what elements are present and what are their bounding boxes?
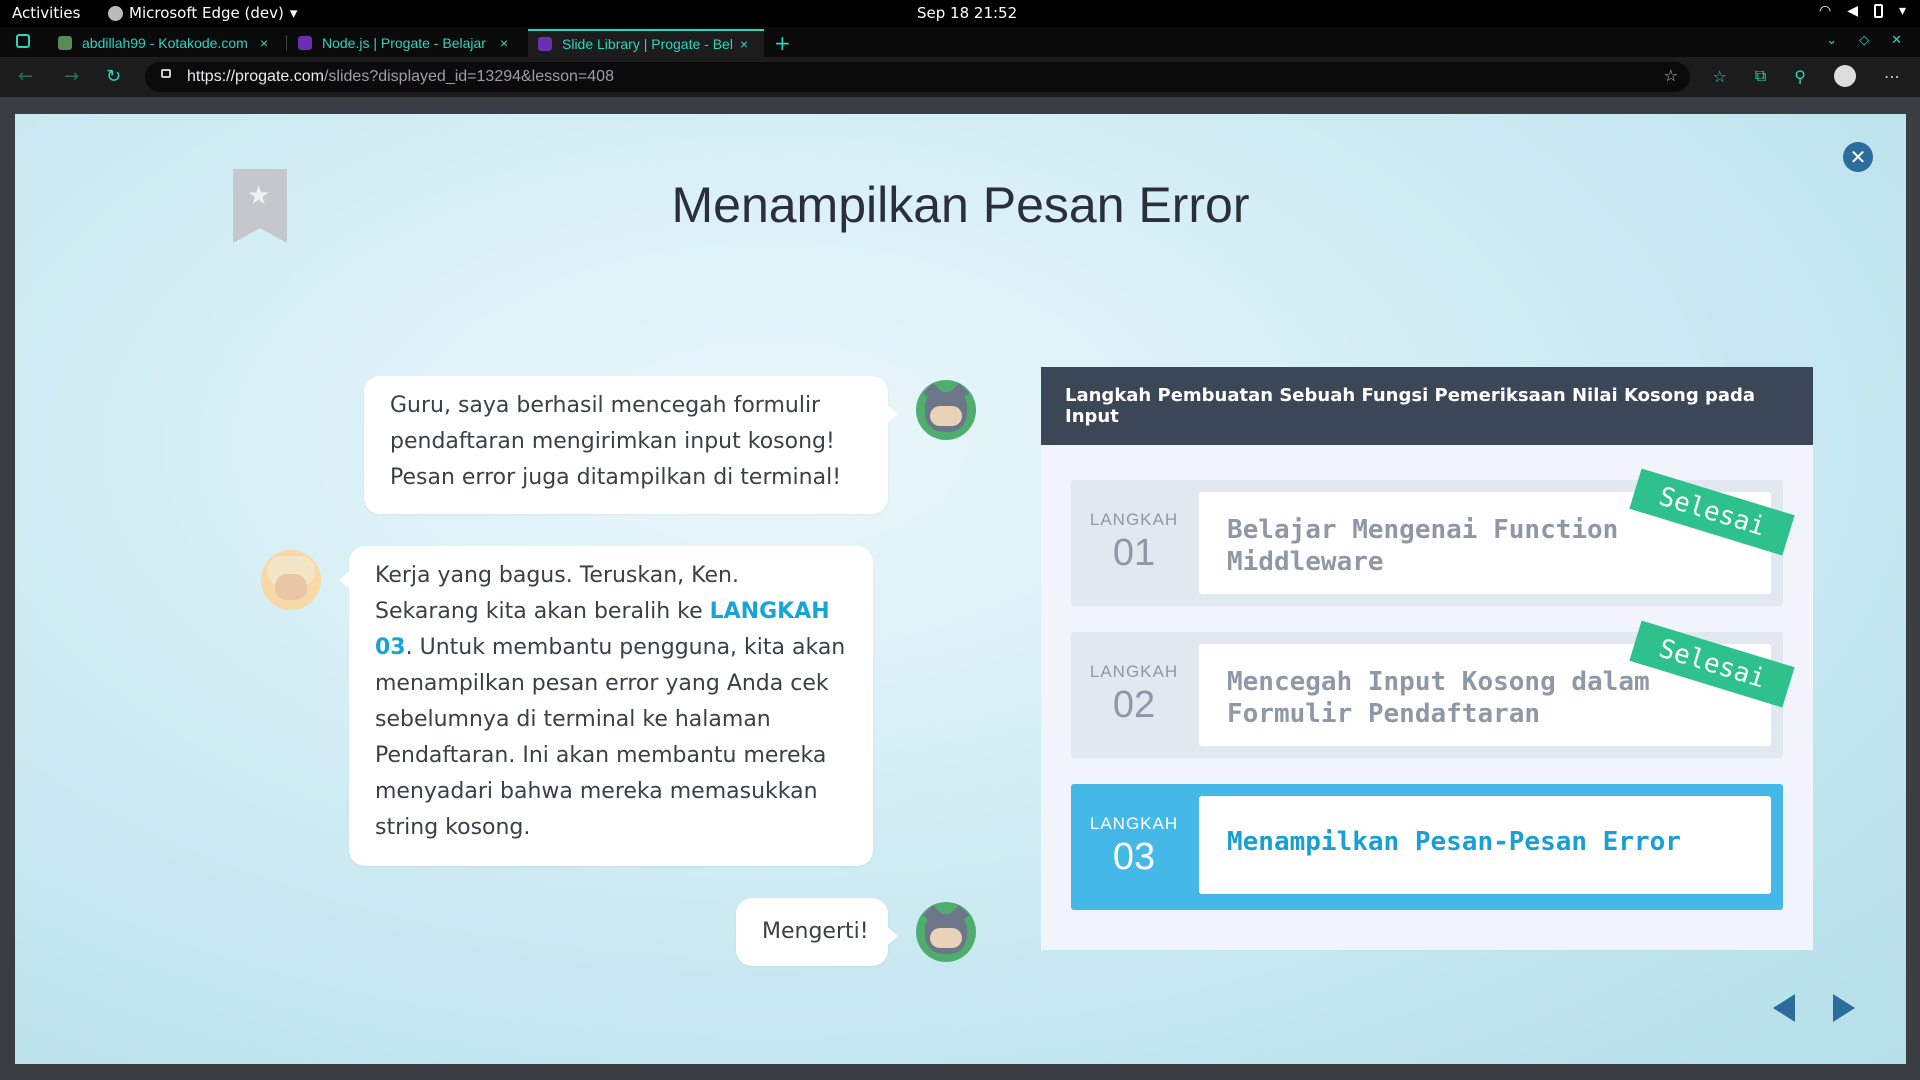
- tab-separator: [286, 35, 287, 51]
- extensions-icon[interactable]: ⚲: [1794, 67, 1806, 86]
- minimize-icon[interactable]: ◇: [1859, 33, 1869, 48]
- step-number: 02: [1112, 684, 1156, 726]
- more-menu-icon[interactable]: ⋯: [1884, 67, 1900, 86]
- previous-slide-icon[interactable]: [1773, 994, 1795, 1022]
- url-text[interactable]: https://progate.com/slides?displayed_id=…: [187, 68, 614, 86]
- step-number: 01: [1112, 532, 1156, 574]
- progate-favicon-icon: [538, 37, 552, 51]
- url-path: /slides?displayed_id=13294&lesson=408: [323, 68, 614, 85]
- tab-kotakode[interactable]: abdillah99 - Kotakode.com ×: [48, 29, 280, 57]
- system-tray[interactable]: ◠ ◀ ▾: [1819, 3, 1906, 19]
- tab-close-icon[interactable]: ×: [740, 36, 748, 52]
- tab-actions-icon[interactable]: [16, 34, 30, 48]
- battery-icon: [1873, 4, 1883, 18]
- step-label: LANGKAH 01: [1071, 480, 1197, 575]
- chat-bubble-guru: Kerja yang bagus. Teruskan, Ken. Sekaran…: [339, 546, 873, 866]
- ken-avatar: [916, 902, 976, 962]
- add-favorite-icon[interactable]: ☆: [1664, 66, 1678, 85]
- tab-strip-controls: ⌄ ◇ ✕: [1826, 33, 1902, 48]
- step-label: LANGKAH 02: [1071, 632, 1197, 727]
- address-bar[interactable]: https://progate.com/slides?displayed_id=…: [145, 62, 1690, 92]
- step-word: LANGKAH: [1089, 814, 1179, 833]
- forward-icon[interactable]: →: [64, 66, 79, 87]
- back-icon[interactable]: ←: [18, 66, 33, 87]
- tab-title: abdillah99 - Kotakode.com: [82, 35, 248, 51]
- tab-title: Node.js | Progate - Belajar: [322, 35, 486, 51]
- ken-avatar: [916, 380, 976, 440]
- url-host: https://progate.com: [187, 68, 324, 85]
- steps-panel: LANGKAH 01 Belajar Mengenai Function Mid…: [1041, 445, 1813, 950]
- message-text: Mengerti!: [762, 919, 869, 944]
- profile-avatar[interactable]: [1834, 65, 1856, 87]
- wifi-icon: ◠: [1818, 3, 1832, 19]
- steps-panel-heading: Langkah Pembuatan Sebuah Fungsi Pemeriks…: [1041, 367, 1813, 445]
- slide-modal: ★ Menampilkan Pesan Error ✕ Guru, saya b…: [15, 114, 1906, 1064]
- tab-close-icon[interactable]: ×: [260, 35, 268, 51]
- app-menu[interactable]: Microsoft Edge (dev) ▾: [108, 4, 297, 22]
- kotakode-favicon-icon: [58, 36, 72, 50]
- step-card: Menampilkan Pesan-Pesan Error: [1199, 796, 1771, 894]
- tab-close-icon[interactable]: ×: [500, 35, 508, 51]
- chat-bubble-ken-reply: Mengerti!: [736, 898, 898, 966]
- toolbar-icons: ☆ ⧉ ⚲ ⋯: [1713, 65, 1900, 87]
- message-text: . Untuk membantu pengguna, kita akan men…: [375, 635, 846, 840]
- slide-title: Menampilkan Pesan Error: [671, 177, 1250, 233]
- volume-icon: ◀: [1847, 3, 1858, 19]
- navigation-bar: ← → ↻ https://progate.com/slides?display…: [0, 57, 1920, 97]
- chat-bubble-ken: Guru, saya berhasil mencegah formulir pe…: [364, 376, 898, 514]
- tab-slide-library[interactable]: Slide Library | Progate - Belajar ×: [528, 29, 764, 57]
- reload-icon[interactable]: ↻: [106, 66, 121, 87]
- message-text: Guru, saya berhasil mencegah formulir pe…: [390, 393, 842, 490]
- step-number: 03: [1112, 836, 1156, 878]
- tab-nodejs-progate[interactable]: Node.js | Progate - Belajar ×: [288, 29, 528, 57]
- next-slide-icon[interactable]: [1833, 994, 1855, 1022]
- progate-favicon-icon: [298, 36, 312, 50]
- tab-search-icon[interactable]: ⌄: [1826, 33, 1837, 48]
- clock[interactable]: Sep 18 21:52: [917, 4, 1017, 22]
- edge-icon: [108, 5, 123, 21]
- step-word: LANGKAH: [1089, 662, 1179, 681]
- favorites-icon[interactable]: ☆: [1713, 67, 1727, 86]
- collections-icon[interactable]: ⧉: [1755, 66, 1766, 86]
- close-slide-button[interactable]: ✕: [1843, 142, 1873, 172]
- message-text: Kerja yang bagus. Teruskan, Ken. Sekaran…: [375, 563, 739, 624]
- step-label: LANGKAH 03: [1071, 784, 1197, 879]
- activities-button[interactable]: Activities: [12, 4, 80, 22]
- close-window-icon[interactable]: ✕: [1891, 33, 1902, 48]
- guru-avatar: [261, 550, 321, 610]
- new-tab-button[interactable]: +: [774, 31, 791, 55]
- caret-down-icon: ▾: [289, 4, 298, 22]
- tab-strip: abdillah99 - Kotakode.com × Node.js | Pr…: [0, 27, 1920, 57]
- app-name: Microsoft Edge (dev): [129, 4, 284, 22]
- system-top-bar: Activities Microsoft Edge (dev) ▾ Sep 18…: [0, 0, 1920, 27]
- lock-icon[interactable]: [161, 69, 171, 78]
- tab-title: Slide Library | Progate - Belajar: [562, 36, 732, 52]
- step-03: LANGKAH 03 Menampilkan Pesan-Pesan Error: [1071, 784, 1783, 910]
- power-menu-icon: ▾: [1898, 3, 1906, 19]
- step-word: LANGKAH: [1089, 510, 1179, 529]
